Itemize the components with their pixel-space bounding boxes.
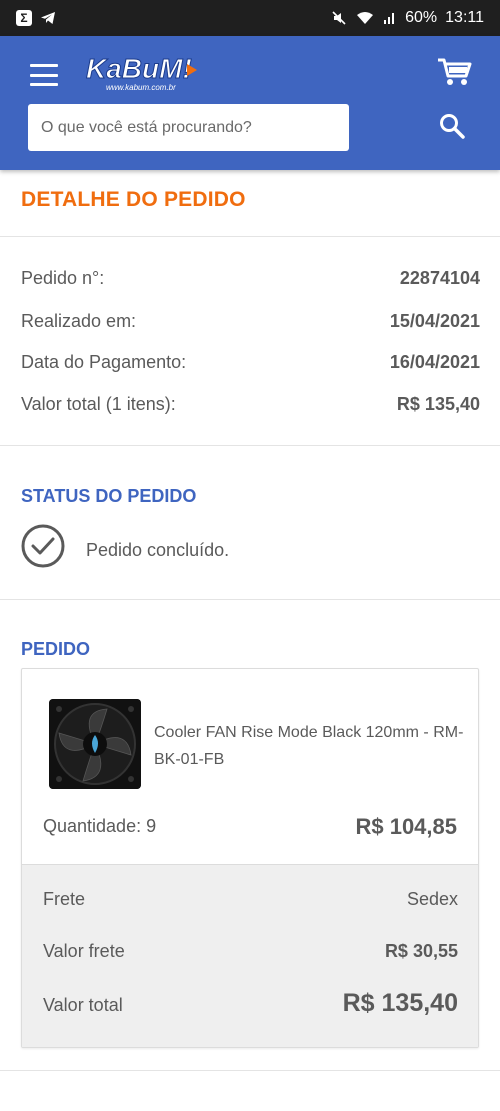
product-quantity: Quantidade: 9 xyxy=(43,816,157,836)
order-section-title: PEDIDO xyxy=(21,639,91,659)
app-header: KaBuM! www.kabum.com.br xyxy=(0,36,500,170)
shipping-label: Frete xyxy=(43,889,86,909)
signal-icon xyxy=(384,13,395,24)
order-detail-title: DETALHE DO PEDIDO xyxy=(21,188,246,211)
divider xyxy=(0,236,500,237)
order-number-value: 22874104 xyxy=(399,268,480,288)
order-date-label: Realizado em: xyxy=(21,311,137,331)
shipping-cost-row: Valor frete R$ 30,55 xyxy=(43,941,458,962)
product-name-link[interactable]: Cooler FAN Rise Mode Black 120mm - RM-BK… xyxy=(154,719,464,773)
hamburger-menu-icon[interactable] xyxy=(30,64,58,86)
mute-icon xyxy=(332,11,346,25)
total-value-label: Valor total (1 itens): xyxy=(21,394,176,414)
check-circle-icon xyxy=(21,524,65,568)
cart-icon[interactable] xyxy=(436,56,472,88)
battery-level: 60% xyxy=(405,9,438,26)
divider xyxy=(0,599,500,600)
search-icon[interactable] xyxy=(438,112,468,142)
product-image[interactable] xyxy=(49,699,141,789)
status-bar: Σ 60% 13:11 xyxy=(0,0,500,36)
divider xyxy=(0,1070,500,1071)
payment-date-value: 16/04/2021 xyxy=(389,352,480,372)
shipping-cost-label: Valor frete xyxy=(43,941,125,961)
search-input[interactable] xyxy=(28,104,349,151)
wifi-icon xyxy=(357,12,374,24)
shipping-cost-value: R$ 30,55 xyxy=(384,941,458,961)
order-number-label: Pedido n°: xyxy=(21,268,105,288)
order-date-row: Realizado em: 15/04/2021 xyxy=(21,311,480,332)
order-item-card: Cooler FAN Rise Mode Black 120mm - RM-BK… xyxy=(21,668,479,1048)
svg-text:KaBuM!: KaBuM! xyxy=(86,53,192,84)
svg-text:www.kabum.com.br: www.kabum.com.br xyxy=(106,83,176,92)
order-date-value: 15/04/2021 xyxy=(389,311,480,331)
payment-date-label: Data do Pagamento: xyxy=(21,352,187,372)
total-value-row: Valor total (1 itens): R$ 135,40 xyxy=(21,394,480,415)
shipping-method: Sedex xyxy=(406,889,458,909)
divider xyxy=(0,445,500,446)
order-total-value: R$ 135,40 xyxy=(342,989,458,1017)
order-summary: Frete Sedex Valor frete R$ 30,55 Valor t… xyxy=(22,864,478,1047)
telegram-icon xyxy=(41,12,55,24)
order-status-text: Pedido concluído. xyxy=(86,540,230,560)
shipping-row: Frete Sedex xyxy=(43,889,458,910)
order-number-row: Pedido n°: 22874104 xyxy=(21,268,480,289)
sigma-notification-icon: Σ xyxy=(16,10,32,26)
order-total-label: Valor total xyxy=(43,995,123,1015)
payment-date-row: Data do Pagamento: 16/04/2021 xyxy=(21,352,480,373)
total-value-value: R$ 135,40 xyxy=(396,394,480,414)
clock: 13:11 xyxy=(445,9,484,26)
order-status-title: STATUS DO PEDIDO xyxy=(21,486,197,506)
order-total-row: Valor total R$ 135,40 xyxy=(43,989,458,1018)
kabum-logo[interactable]: KaBuM! www.kabum.com.br xyxy=(84,48,204,98)
product-price: R$ 104,85 xyxy=(355,814,457,839)
